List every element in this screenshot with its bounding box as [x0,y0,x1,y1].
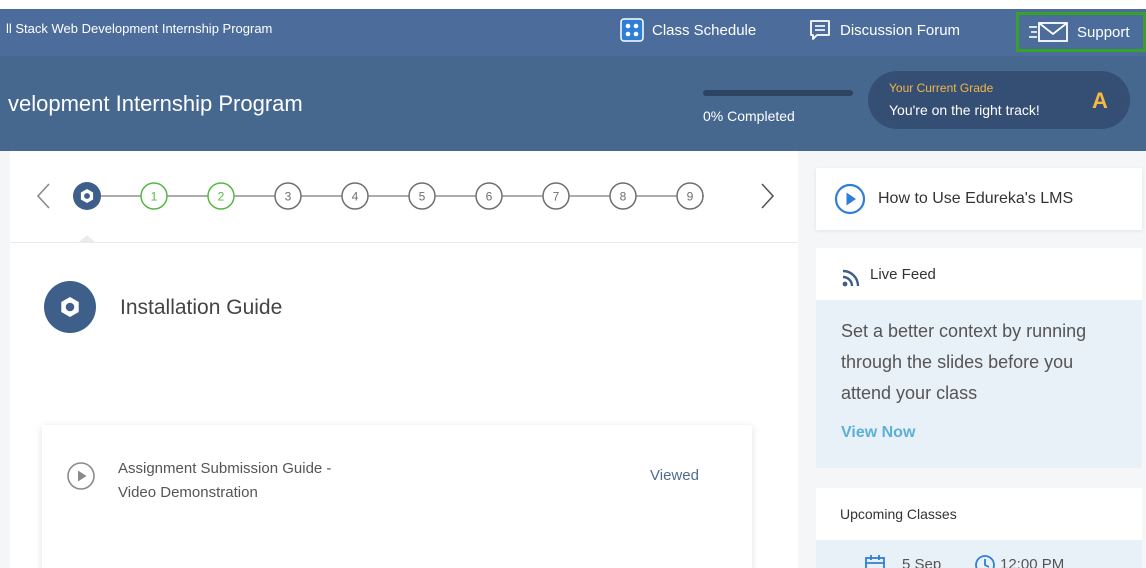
envelope-icon [1029,20,1069,44]
grade-message: You're on the right track! [889,102,1040,118]
grid-icon [620,18,644,42]
class-time: 12:00 PM [1000,556,1065,568]
rss-icon [842,269,860,292]
svg-text:4: 4 [352,190,359,204]
discussion-forum-button[interactable]: Discussion Forum [808,13,960,47]
course-header: velopment Internship Program 0% Complete… [0,56,1146,151]
class-date: 5 Sep [902,556,942,568]
play-circle-icon [834,183,866,215]
live-feed-message: Set a better context by running through … [841,321,1087,403]
calendar-icon [864,554,886,568]
upcoming-classes-card: Upcoming Classes 5 Sep 12:00 PM [816,488,1142,568]
svg-text:5: 5 [419,190,426,204]
svg-text:3: 3 [285,190,292,204]
step-9[interactable]: 9 [676,182,704,210]
live-feed-card: Live Feed Set a better context by runnin… [816,248,1142,468]
next-arrow-icon[interactable] [761,183,775,209]
class-schedule-label: Class Schedule [652,21,757,39]
support-label: Support [1077,23,1130,41]
step-2[interactable]: 2 [207,182,235,210]
module-hexagon-icon [44,281,96,333]
clock-icon [974,554,996,568]
lms-guide-label: How to Use Edureka's LMS [878,190,1074,207]
prev-arrow-icon[interactable] [36,183,50,209]
step-1[interactable]: 1 [140,182,168,210]
svg-text:8: 8 [620,190,627,204]
step-5[interactable]: 5 [408,182,436,210]
chat-icon [808,18,832,42]
class-schedule-button[interactable]: Class Schedule [620,13,756,47]
svg-text:2: 2 [218,190,225,204]
lms-guide-link[interactable]: How to Use Edureka's LMS [816,168,1142,230]
svg-text:1: 1 [151,190,158,204]
item-status: Viewed [650,467,699,484]
course-title: velopment Internship Program [8,91,303,116]
progress-label: 0% Completed [703,108,795,124]
step-4[interactable]: 4 [341,182,369,210]
top-bar: ll Stack Web Development Internship Prog… [0,0,1146,56]
grade-panel: Your Current Grade You're on the right t… [868,71,1130,129]
module-stepper: 1 2 3 4 5 6 7 8 9 [10,151,798,243]
play-icon [66,461,96,496]
module-panel: 1 2 3 4 5 6 7 8 9 Installation Guide Assignment … [10,151,798,568]
support-button[interactable]: Support [1016,12,1146,52]
stepper-graphic: 1 2 3 4 5 6 7 8 9 [36,182,775,210]
discussion-forum-label: Discussion Forum [840,21,961,39]
step-6[interactable]: 6 [475,182,503,210]
step-7[interactable]: 7 [542,182,570,210]
live-feed-title: Live Feed [870,266,936,283]
step-pointer-arrow [78,235,96,243]
item-title: Assignment Submission Guide - Video Demo… [118,460,332,501]
svg-text:6: 6 [486,190,493,204]
live-feed-header: Live Feed [816,248,1142,300]
upcoming-classes-title: Upcoming Classes [840,506,957,522]
step-3[interactable]: 3 [274,182,302,210]
step-current[interactable] [73,182,101,210]
list-item[interactable]: Assignment Submission Guide - Video Demo… [42,425,752,568]
grade-letter-badge: A [1080,81,1120,121]
svg-text:9: 9 [687,190,694,204]
module-title: Installation Guide [120,296,283,319]
top-strip [0,0,1146,9]
progress-bar [703,90,853,96]
grade-label: Your Current Grade [889,81,994,95]
program-name: ll Stack Web Development Internship Prog… [6,21,273,36]
page: ll Stack Web Development Internship Prog… [0,0,1146,568]
step-8[interactable]: 8 [609,182,637,210]
svg-text:7: 7 [553,190,560,204]
view-now-link[interactable]: View Now [841,424,915,442]
